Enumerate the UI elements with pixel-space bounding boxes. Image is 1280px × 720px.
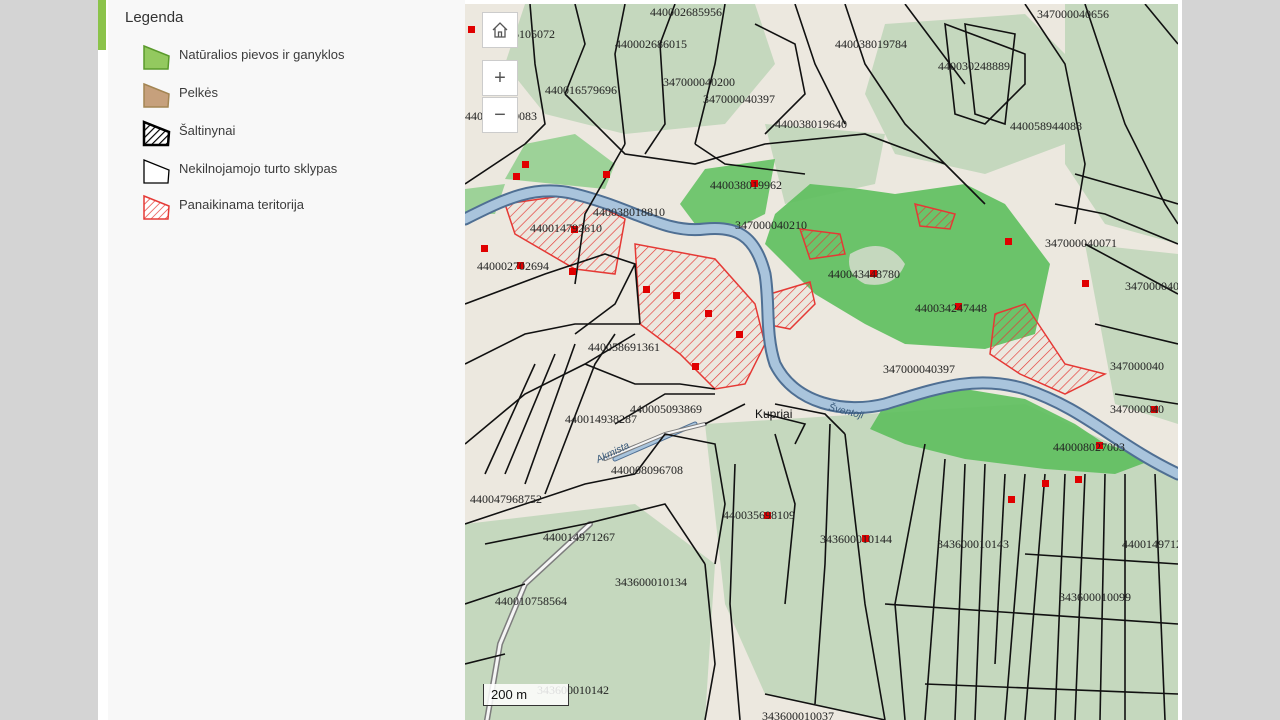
zoom-in-button[interactable]: + <box>482 60 518 96</box>
parcel-label: 343600010144 <box>820 532 892 546</box>
parcel-label: 440008027003 <box>1053 440 1125 454</box>
parcel-label: 343600010037 <box>762 709 834 720</box>
map-canvas[interactable]: 440002685956 440015105072 440002686015 4… <box>465 4 1178 720</box>
legend-label-removal: Panaikinama teritorija <box>179 197 305 212</box>
parcel-label: 440038019784 <box>835 37 907 51</box>
parcel-label: 440038019640 <box>775 117 847 131</box>
home-button[interactable] <box>482 12 518 48</box>
parcel-label: 440030248889 <box>938 59 1010 73</box>
panel-accent-bar <box>98 0 106 50</box>
parcel-label: 347000040200 <box>663 75 735 89</box>
legend-label-meadow: Natūralios pievos ir ganyklos <box>179 47 345 62</box>
parcel-label: 440014971267 <box>1122 537 1178 551</box>
legend-panel: Legenda Natūralios pievos ir ganyklos Pe… <box>108 0 465 720</box>
parcel-label: 343600010143 <box>937 537 1009 551</box>
parcel-label: 440058691361 <box>588 340 660 354</box>
parcel-label: 440038019962 <box>710 178 782 192</box>
parcel-label: 440010758564 <box>495 594 567 608</box>
spring-hatch-icon <box>142 120 171 147</box>
parcel-label: 440005093869 <box>630 402 702 416</box>
parcel-label: 440038018810 <box>593 205 665 219</box>
parcel-label: 347000040 <box>1110 402 1164 416</box>
parcel-label: 440002702694 <box>477 259 549 273</box>
parcel-label: 343600010099 <box>1059 590 1131 604</box>
legend-item-meadow: Natūralios pievos ir ganyklos <box>141 43 441 70</box>
parcel-label: 343600010134 <box>615 575 687 589</box>
parcel-label: 347000040656 <box>1037 7 1109 21</box>
legend-item-spring: Šaltinynai <box>141 119 441 147</box>
parcel-label: 347000040071 <box>1045 236 1117 250</box>
legend-label-parcel: Nekilnojamojo turto sklypas <box>179 161 338 176</box>
removal-hatch-icon <box>143 194 170 220</box>
parcel-outline-icon <box>143 159 170 184</box>
scale-bar: 200 m <box>483 684 569 706</box>
place-label: Kupriai <box>755 407 792 421</box>
parcel-label: 347000040397 <box>703 92 775 106</box>
legend-label-spring: Šaltinynai <box>179 123 236 138</box>
legend-item-wetland: Pelkės <box>141 81 441 108</box>
meadow-swatch-icon <box>143 44 170 70</box>
map-view[interactable]: 440002685956 440015105072 440002686015 4… <box>465 4 1178 720</box>
parcel-label: 440002685956 <box>650 5 722 19</box>
parcel-label: 440014938287 <box>565 412 637 426</box>
parcel-label: 440043448780 <box>828 267 900 281</box>
parcel-label: 440035698109 <box>723 508 795 522</box>
parcel-label: 440002686015 <box>615 37 687 51</box>
zoom-out-button[interactable]: − <box>482 97 518 133</box>
legend-label-wetland: Pelkės <box>179 85 219 100</box>
parcel-label: 440008096708 <box>611 463 683 477</box>
parcel-label: 440014971267 <box>543 530 615 544</box>
parcel-label: 440014792610 <box>530 221 602 235</box>
parcel-label: 440034247448 <box>915 301 987 315</box>
parcel-label: 347000040 <box>1125 279 1178 293</box>
parcel-label: 347000040210 <box>735 218 807 232</box>
parcel-label: 440016579696 <box>545 83 617 97</box>
parcel-label: 347000040397 <box>883 362 955 376</box>
parcel-label: 347000040 <box>1110 359 1164 373</box>
home-icon <box>492 22 508 38</box>
wetland-swatch-icon <box>143 82 170 108</box>
legend-item-parcel: Nekilnojamojo turto sklypas <box>141 157 441 184</box>
parcel-label: 440058944088 <box>1010 119 1082 133</box>
legend-item-removal: Panaikinama teritorija <box>141 193 441 220</box>
legend-title: Legenda <box>125 9 184 26</box>
parcel-label: 440047968752 <box>470 492 542 506</box>
